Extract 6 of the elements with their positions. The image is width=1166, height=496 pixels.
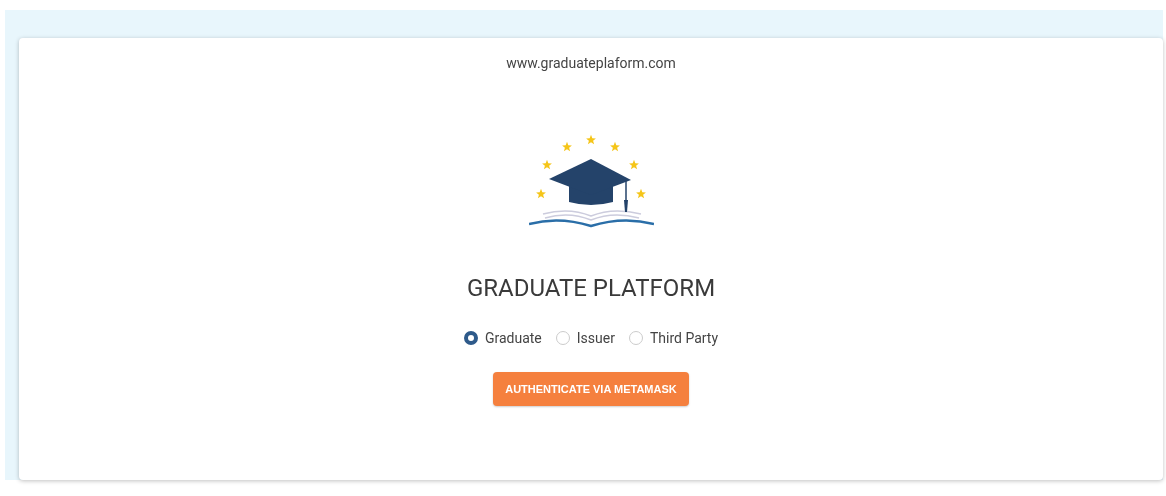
radio-label[interactable]: Graduate — [484, 330, 542, 346]
website-url: www.graduateplaform.com — [506, 55, 676, 71]
radio-label[interactable]: Third Party — [649, 330, 719, 346]
app-title: GRADUATE PLATFORM — [466, 274, 716, 302]
radio-label[interactable]: Issuer — [576, 330, 615, 346]
radio-button[interactable] — [463, 331, 478, 345]
